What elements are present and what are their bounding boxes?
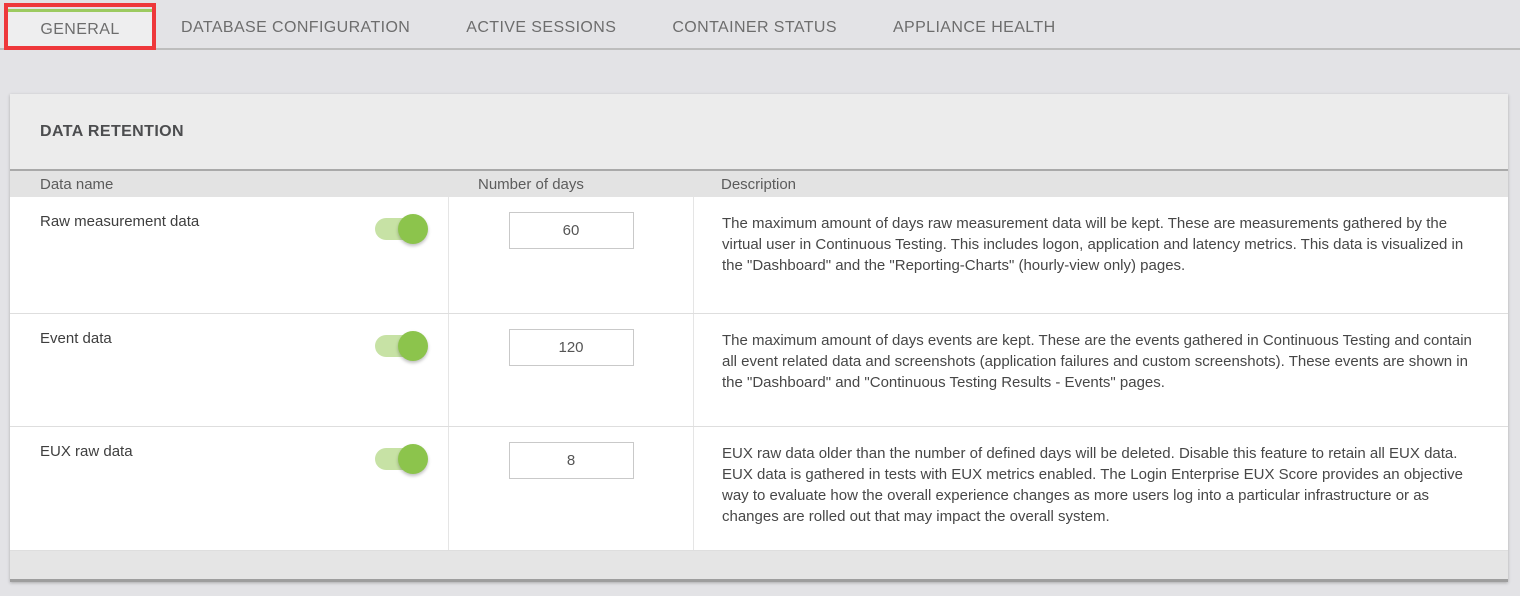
table-header-row: Data name Number of days Description <box>10 169 1508 197</box>
panel-footer <box>10 551 1508 579</box>
column-header-number-of-days: Number of days <box>448 171 693 197</box>
eux-raw-data-toggle[interactable] <box>375 443 428 475</box>
cell-data-name: Raw measurement data <box>10 197 448 313</box>
data-retention-panel: DATA RETENTION Data name Number of days … <box>10 94 1508 582</box>
row-description: The maximum amount of days raw measureme… <box>693 197 1508 313</box>
settings-tab-bar: GENERAL DATABASE CONFIGURATION ACTIVE SE… <box>0 0 1520 50</box>
panel-header: DATA RETENTION <box>10 94 1508 169</box>
tab-database-configuration[interactable]: DATABASE CONFIGURATION <box>153 19 438 48</box>
event-data-toggle[interactable] <box>375 330 428 362</box>
toggle-knob-icon <box>398 214 428 244</box>
table-row-event-data: Event data The maximum amount of days ev… <box>10 314 1508 427</box>
row-label: Raw measurement data <box>40 213 199 230</box>
toggle-knob-icon <box>398 444 428 474</box>
tab-container-status[interactable]: CONTAINER STATUS <box>644 19 865 48</box>
column-header-description: Description <box>693 171 1508 197</box>
cell-number-of-days <box>448 314 693 426</box>
event-data-days-input[interactable] <box>509 329 634 366</box>
tab-general-label: GENERAL <box>40 21 119 39</box>
row-label: EUX raw data <box>40 443 133 460</box>
raw-measurement-days-input[interactable] <box>509 212 634 249</box>
cell-number-of-days <box>448 197 693 313</box>
table-row-raw-measurement-data: Raw measurement data The maximum amount … <box>10 197 1508 314</box>
table-row-eux-raw-data: EUX raw data EUX raw data older than the… <box>10 427 1508 551</box>
tab-general[interactable]: GENERAL <box>7 9 153 50</box>
raw-measurement-data-toggle[interactable] <box>375 213 428 245</box>
cell-data-name: EUX raw data <box>10 427 448 550</box>
column-header-data-name: Data name <box>10 171 448 197</box>
toggle-knob-icon <box>398 331 428 361</box>
eux-raw-data-days-input[interactable] <box>509 442 634 479</box>
tab-active-sessions[interactable]: ACTIVE SESSIONS <box>438 19 644 48</box>
row-label: Event data <box>40 330 112 347</box>
row-description: EUX raw data older than the number of de… <box>693 427 1508 550</box>
cell-data-name: Event data <box>10 314 448 426</box>
panel-title: DATA RETENTION <box>40 123 184 141</box>
tab-appliance-health[interactable]: APPLIANCE HEALTH <box>865 19 1084 48</box>
row-description: The maximum amount of days events are ke… <box>693 314 1508 426</box>
cell-number-of-days <box>448 427 693 550</box>
